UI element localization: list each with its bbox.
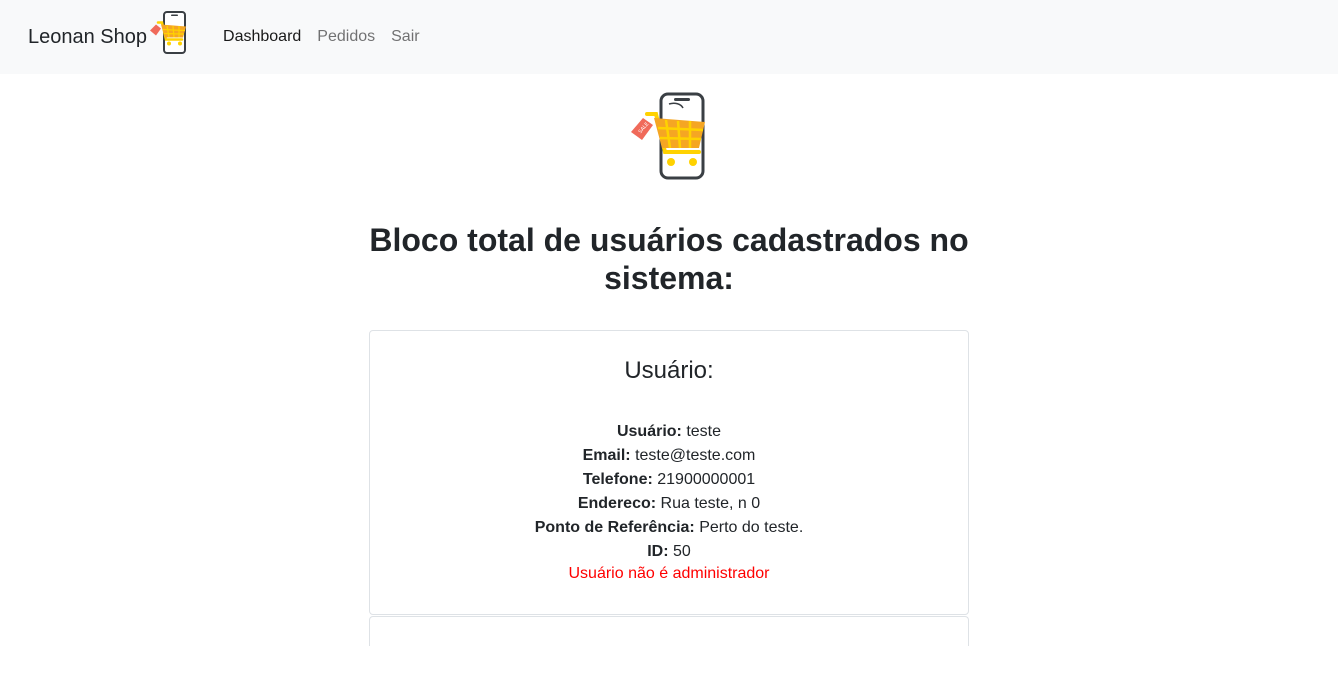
- brand-name: Leonan Shop: [28, 25, 148, 48]
- user-field-username: Usuário: teste: [386, 420, 952, 444]
- field-value: Perto do teste.: [699, 519, 804, 536]
- nav-sair[interactable]: Sair: [391, 28, 419, 46]
- top-navbar: Leonan Shop Dashboard Pedidos Sair: [0, 0, 1338, 74]
- main-content: SALE Bloco total de usuários cadastrados…: [0, 74, 1338, 646]
- brand-link[interactable]: Leonan Shop: [28, 10, 189, 61]
- field-label: Usuário:: [616, 423, 682, 440]
- shop-hero-logo-icon: SALE: [629, 92, 709, 187]
- field-label: Telefone:: [582, 471, 653, 488]
- field-label: ID:: [647, 543, 669, 560]
- field-label: Ponto de Referência:: [534, 519, 695, 536]
- field-value: Rua teste, n 0: [660, 495, 761, 512]
- field-label: Email:: [582, 447, 631, 464]
- admin-status-text: Usuário não é administrador: [568, 565, 770, 582]
- field-value: teste: [686, 423, 722, 440]
- user-field-reference: Ponto de Referência: Perto do teste.: [386, 516, 952, 540]
- field-value: 21900000001: [657, 471, 756, 488]
- nav-pedidos[interactable]: Pedidos: [317, 28, 375, 46]
- next-user-card: [369, 616, 969, 646]
- shop-logo-icon: [149, 10, 189, 61]
- user-field-id: ID: 50: [386, 540, 952, 564]
- field-value: teste@teste.com: [635, 447, 756, 464]
- user-field-email: Email: teste@teste.com: [386, 444, 952, 468]
- page-title: Bloco total de usuários cadastrados no s…: [369, 222, 969, 296]
- field-value: 50: [672, 543, 691, 560]
- user-card-title: Usuário:: [624, 357, 714, 384]
- user-field-address: Endereco: Rua teste, n 0: [386, 492, 952, 516]
- user-field-phone: Telefone: 21900000001: [386, 468, 952, 492]
- nav-dashboard[interactable]: Dashboard: [223, 28, 301, 46]
- user-card: Usuário: Usuário: teste Email: teste@tes…: [369, 330, 969, 615]
- field-label: Endereco:: [577, 495, 657, 512]
